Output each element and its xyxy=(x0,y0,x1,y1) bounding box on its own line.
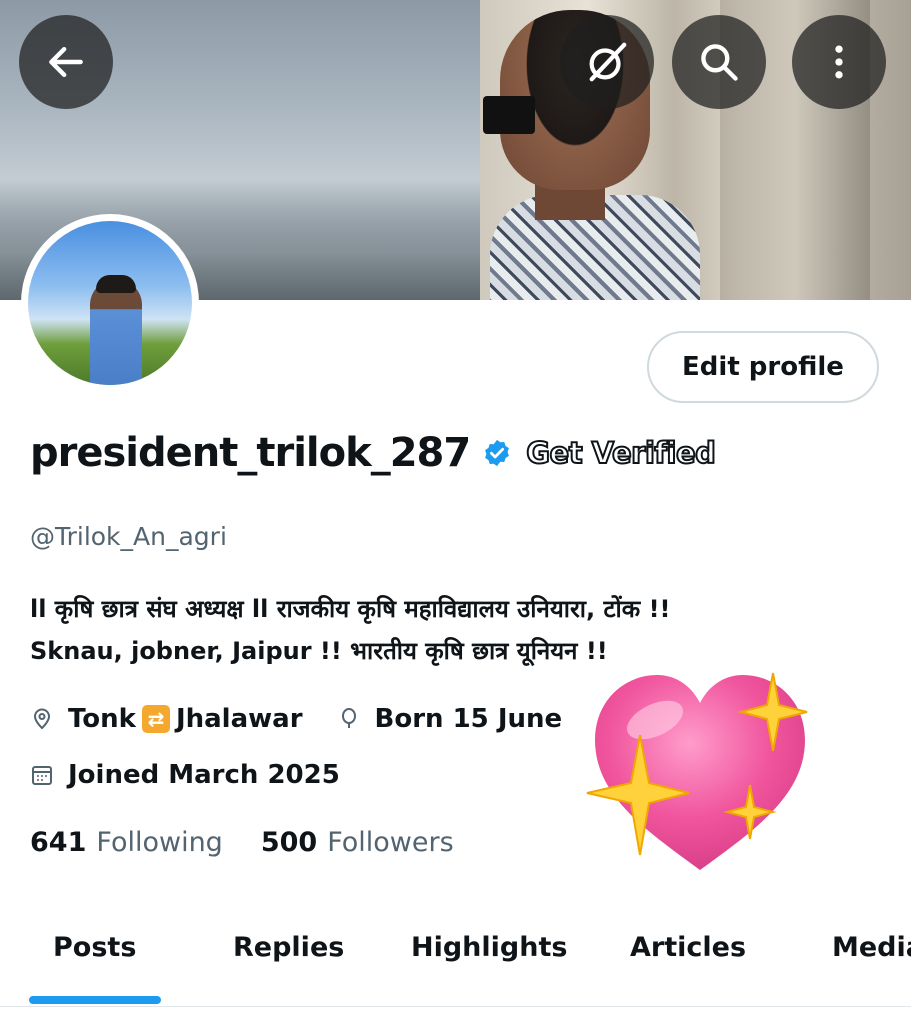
grok-button[interactable] xyxy=(560,15,654,109)
avatar-person-hair xyxy=(96,275,136,293)
avatar-person xyxy=(90,279,142,385)
edit-profile-button[interactable]: Edit profile xyxy=(647,331,879,403)
location-row: Tonk ⇄ Jhalawar Born 15 June xyxy=(30,704,562,734)
balloon-icon xyxy=(337,707,361,731)
search-icon xyxy=(701,44,738,81)
repeat-emoji-icon: ⇄ xyxy=(141,705,170,733)
bio-line: ll कृषि छात्र संघ अध्यक्ष ll राजकीय कृषि… xyxy=(30,595,671,623)
profile-handle: @Trilok_An_agri xyxy=(30,522,227,551)
location-origin: Tonk xyxy=(68,704,136,734)
get-verified-link[interactable]: Get Verified xyxy=(525,435,717,471)
following-label: Following xyxy=(96,827,223,858)
avatar[interactable] xyxy=(21,214,199,392)
birth-date: Born 15 June xyxy=(374,704,563,734)
tab-posts[interactable]: Posts xyxy=(53,932,136,963)
more-button[interactable] xyxy=(792,15,886,109)
arrow-left-icon xyxy=(49,46,83,78)
followers-link[interactable]: 500 Followers xyxy=(261,827,454,858)
active-tab-indicator xyxy=(29,996,161,1004)
location-pin-icon xyxy=(30,707,54,731)
avatar-photo xyxy=(28,221,192,385)
profile-tabs: Posts Replies Highlights Articles Media xyxy=(0,920,911,1007)
following-link[interactable]: 641 Following xyxy=(30,827,223,858)
calendar-icon xyxy=(30,763,54,787)
more-vertical-icon xyxy=(835,45,843,79)
sparkling-heart-icon xyxy=(586,672,808,870)
tab-articles[interactable]: Articles xyxy=(630,932,746,963)
banner-person-sunglasses xyxy=(483,96,535,134)
location-destination: Jhalawar xyxy=(175,704,303,734)
joined-date: Joined March 2025 xyxy=(68,760,340,790)
tab-media[interactable]: Media xyxy=(832,932,911,963)
following-count: 641 xyxy=(30,827,87,858)
followers-label: Followers xyxy=(327,827,454,858)
back-button[interactable] xyxy=(19,15,113,109)
display-name: president_trilok_287 xyxy=(30,430,471,476)
grok-slash-icon xyxy=(589,42,627,82)
verified-badge-icon xyxy=(485,439,510,467)
followers-count: 500 xyxy=(260,827,318,858)
profile-bio: ll कृषि छात्र संघ अध्यक्ष ll राजकीय कृषि… xyxy=(30,588,900,672)
tab-replies[interactable]: Replies xyxy=(233,932,344,963)
follow-stats: 641 Following 500 Followers xyxy=(30,827,454,858)
tab-highlights[interactable]: Highlights xyxy=(411,932,567,963)
joined-row: Joined March 2025 xyxy=(30,760,340,790)
search-button[interactable] xyxy=(672,15,766,109)
name-row: president_trilok_287 Get Verified xyxy=(30,430,717,476)
